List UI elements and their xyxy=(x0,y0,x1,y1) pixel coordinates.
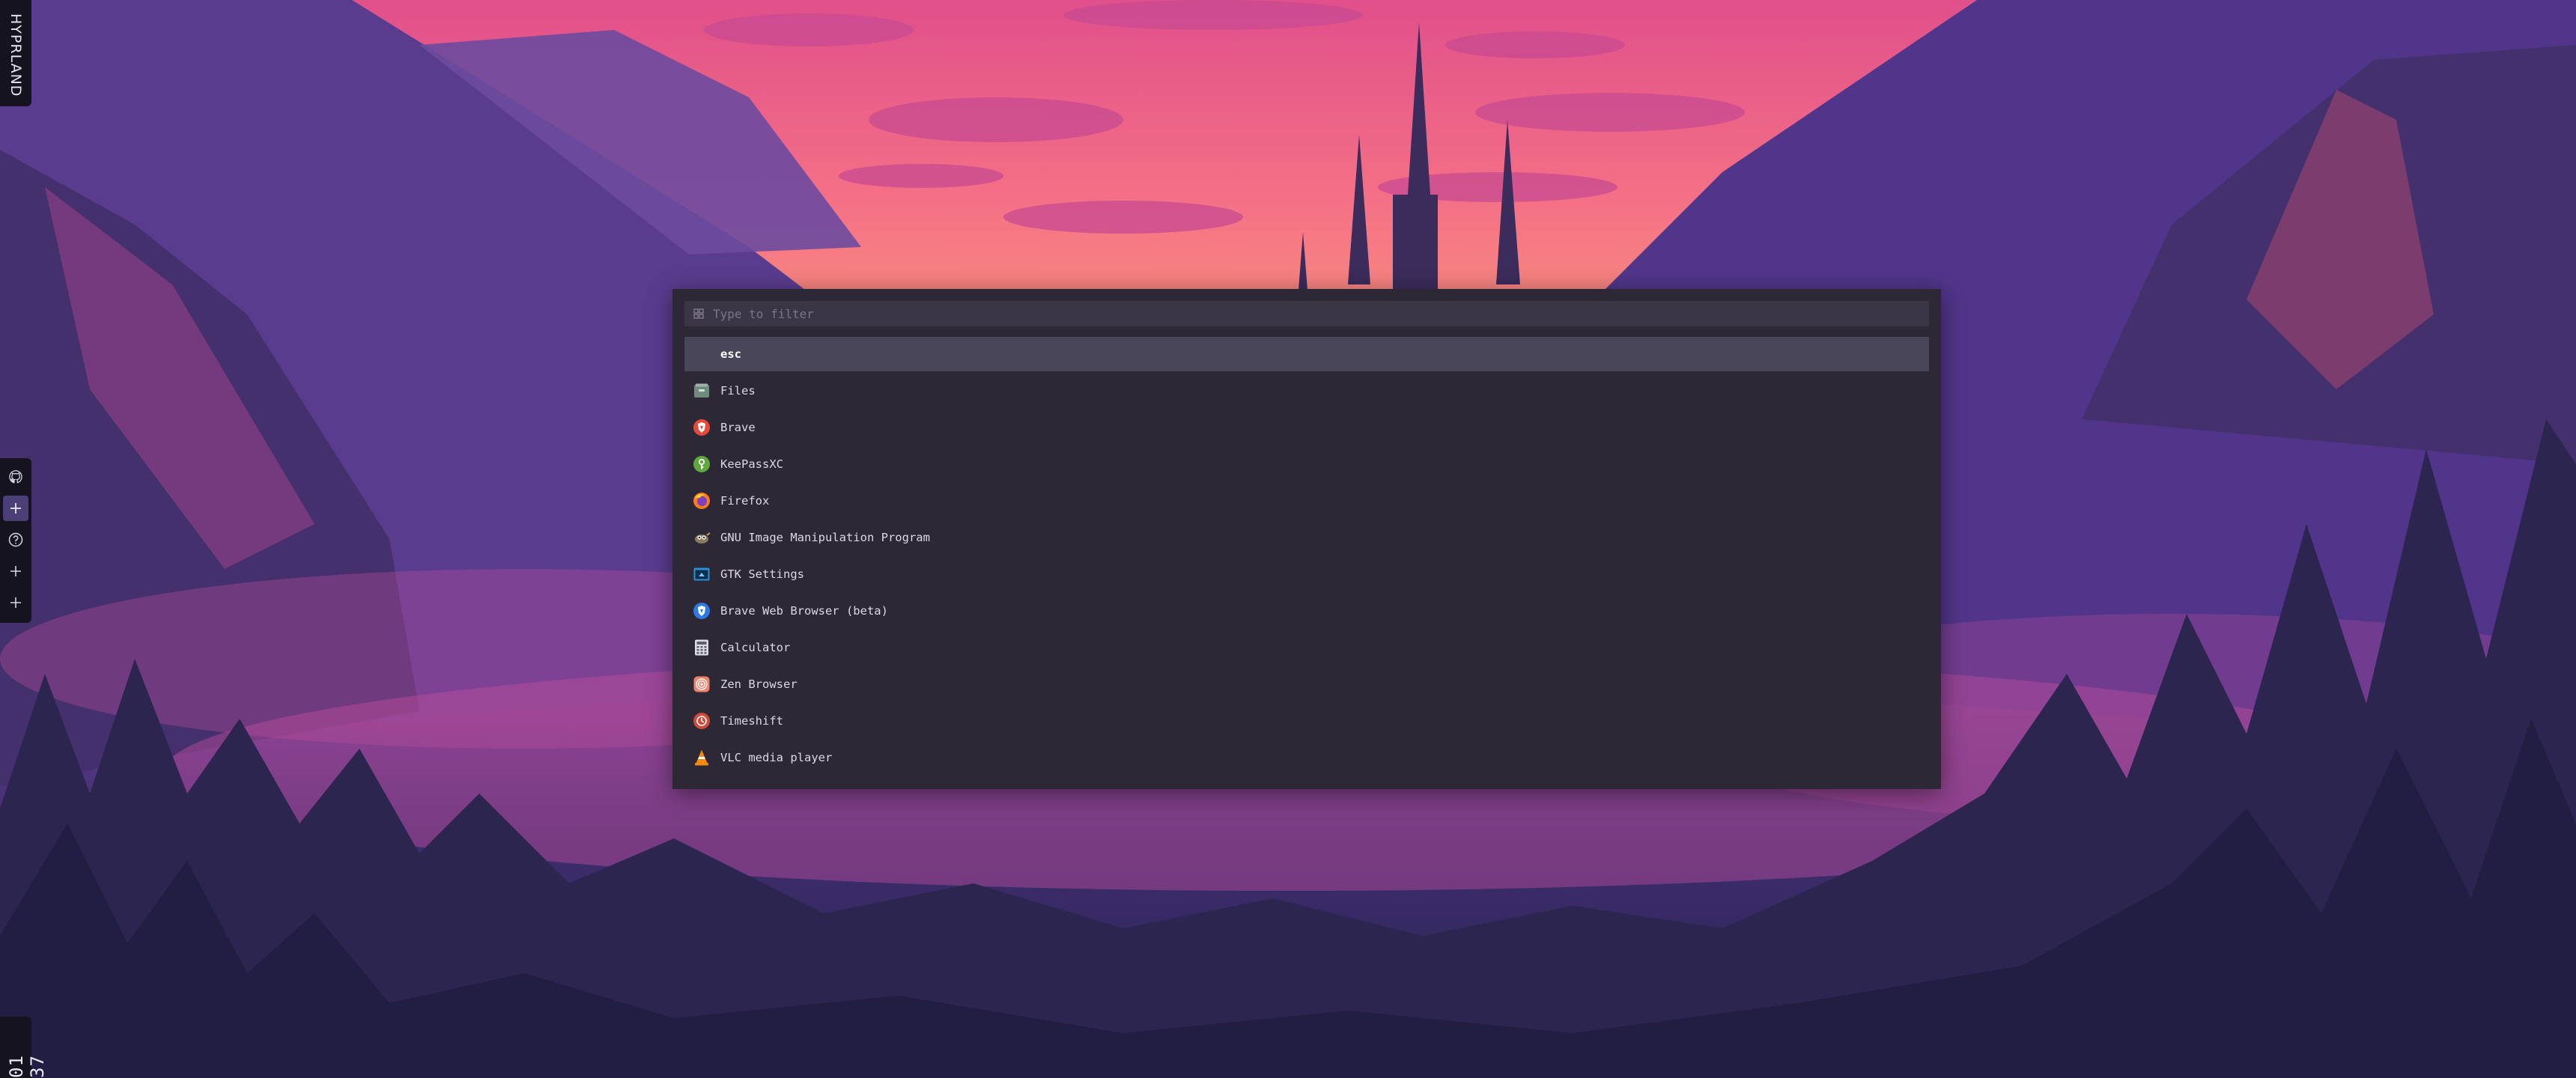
list-item-gtk-settings[interactable]: GTK Settings xyxy=(684,557,1929,591)
side-dock xyxy=(0,458,31,623)
search-input[interactable] xyxy=(711,302,1929,326)
list-item-vlc[interactable]: VLC media player xyxy=(684,740,1929,775)
timeshift-icon xyxy=(692,711,711,731)
add-button-2[interactable] xyxy=(3,558,28,584)
help-button[interactable] xyxy=(3,527,28,552)
workspace-bar: HYPRLAND xyxy=(0,0,31,106)
gtk-settings-icon xyxy=(692,564,711,584)
list-item-firefox[interactable]: Firefox xyxy=(684,484,1929,518)
clock-widget: 01 37 xyxy=(0,1017,48,1078)
list-item-label: Firefox xyxy=(720,494,770,508)
brave-icon xyxy=(692,418,711,437)
brave-beta-icon xyxy=(692,601,711,621)
github-button[interactable] xyxy=(3,464,28,490)
calculator-icon xyxy=(692,638,711,657)
list-item-gimp[interactable]: GNU Image Manipulation Program xyxy=(684,520,1929,555)
keepassxc-icon xyxy=(692,454,711,474)
list-item-label: Calculator xyxy=(720,641,791,654)
gimp-icon xyxy=(692,528,711,547)
zen-browser-icon xyxy=(692,674,711,694)
app-launcher: esc Files Brave xyxy=(672,289,1941,789)
list-item-brave-beta[interactable]: Brave Web Browser (beta) xyxy=(684,594,1929,628)
list-item-zen-browser[interactable]: Zen Browser xyxy=(684,667,1929,701)
clock-label: 01 37 xyxy=(6,1055,48,1078)
list-item-files[interactable]: Files xyxy=(684,374,1929,408)
add-button-3[interactable] xyxy=(3,590,28,615)
list-item-label: Files xyxy=(720,384,756,398)
list-item-label: Brave Web Browser (beta) xyxy=(720,604,888,618)
list-item-brave[interactable]: Brave xyxy=(684,410,1929,445)
grid-icon xyxy=(692,307,705,320)
list-item-timeshift[interactable]: Timeshift xyxy=(684,704,1929,738)
brand-label: HYPRLAND xyxy=(7,13,24,97)
empty-icon xyxy=(692,344,711,364)
list-item-label: esc xyxy=(720,347,741,361)
app-list: esc Files Brave KeePassXC Firefox GNU Im… xyxy=(684,337,1929,777)
list-item-label: GTK Settings xyxy=(720,567,804,581)
list-item-label: GNU Image Manipulation Program xyxy=(720,531,930,544)
list-item-label: KeePassXC xyxy=(720,457,783,471)
list-item-label: Brave xyxy=(720,421,756,434)
plus-icon xyxy=(10,566,21,576)
search-bar xyxy=(684,301,1929,326)
list-item-calculator[interactable]: Calculator xyxy=(684,630,1929,665)
github-icon xyxy=(9,470,22,484)
firefox-icon xyxy=(692,491,711,511)
list-item-label: Timeshift xyxy=(720,714,783,728)
file-manager-icon xyxy=(692,381,711,401)
add-workspace-button[interactable] xyxy=(3,496,28,521)
plus-icon xyxy=(10,503,21,514)
vlc-icon xyxy=(692,748,711,767)
list-item-label: Zen Browser xyxy=(720,677,798,691)
list-item-label: VLC media player xyxy=(720,751,833,764)
help-circle-icon xyxy=(8,532,23,547)
plus-icon xyxy=(10,597,21,608)
list-item-esc[interactable]: esc xyxy=(684,337,1929,371)
list-item-keepassxc[interactable]: KeePassXC xyxy=(684,447,1929,481)
